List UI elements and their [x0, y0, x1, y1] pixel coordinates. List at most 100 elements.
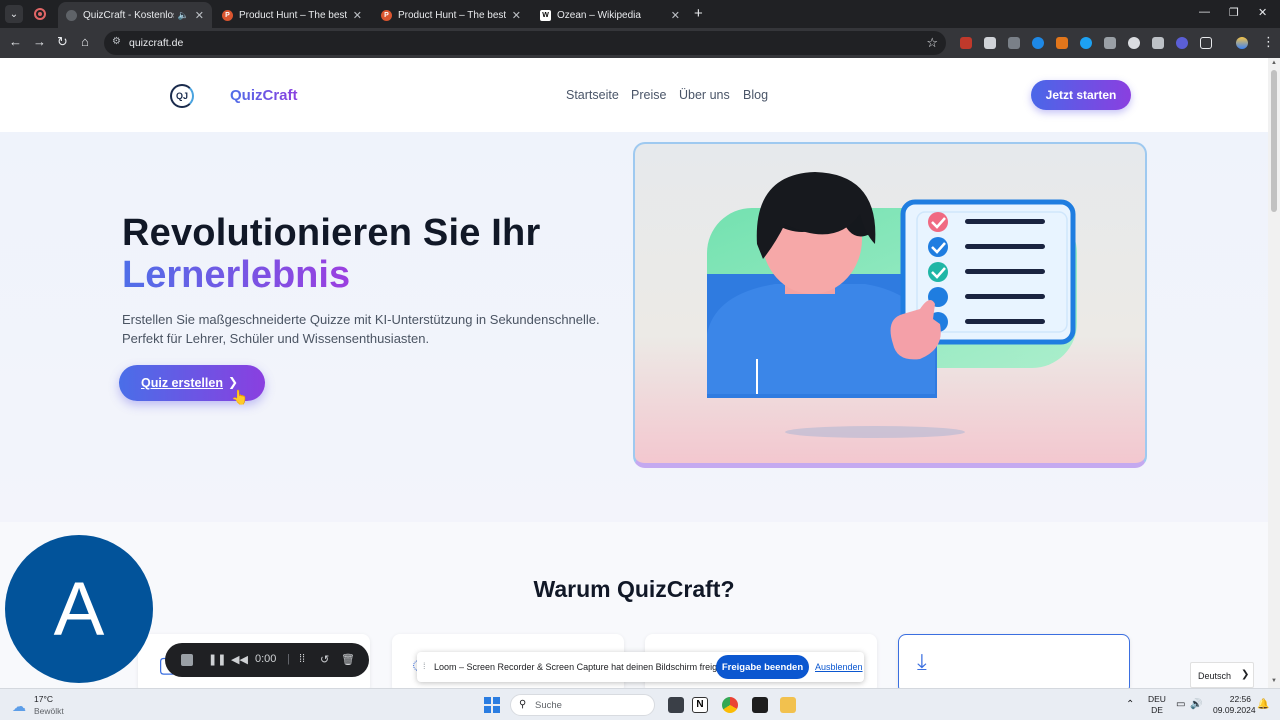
webcam-avatar: A	[5, 535, 153, 683]
chevron-down-icon: ⌄	[9, 8, 19, 20]
tab-search-button[interactable]: ⌄	[5, 5, 23, 23]
tab-quizcraft[interactable]: QuizCraft - Kostenlos Quiz 🔈 ✕	[58, 2, 212, 28]
page-scrollbar[interactable]: ▲ ▼	[1268, 58, 1280, 688]
drag-handle-icon[interactable]: ⁞	[423, 661, 426, 671]
tab-product-hunt-2[interactable]: P Product Hunt – The best new p ✕	[373, 2, 529, 28]
close-tab-icon[interactable]: ✕	[512, 9, 521, 22]
hero-subtitle: Erstellen Sie maßgeschneiderte Quizze mi…	[122, 310, 622, 348]
nav-preise[interactable]: Preise	[631, 88, 666, 102]
extension-icon[interactable]	[1080, 37, 1092, 49]
quizcraft-logo[interactable]: QJ	[170, 84, 194, 108]
scroll-up-icon[interactable]: ▲	[1271, 60, 1277, 66]
minimize-button[interactable]: —	[1199, 6, 1210, 18]
jetzt-starten-button[interactable]: Jetzt starten	[1031, 80, 1131, 110]
profile-avatar[interactable]	[1236, 37, 1248, 49]
hide-link[interactable]: Ausblenden	[815, 662, 863, 672]
avatar-letter: A	[53, 566, 105, 652]
file-explorer-icon[interactable]	[780, 697, 796, 713]
quiz-erstellen-label: Quiz erstellen	[141, 376, 223, 390]
restore-button[interactable]: ❐	[1229, 6, 1239, 19]
input-language-indicator[interactable]: DEU DE	[1148, 694, 1166, 716]
forward-icon[interactable]: →	[33, 34, 46, 49]
reload-icon[interactable]: ↻	[57, 34, 68, 50]
nav-ueber-uns[interactable]: Über uns	[679, 88, 730, 102]
browser-toolbar: ← → ↻ ⌂ ⚙ quizcraft.de ☆ ⋮	[0, 28, 1280, 58]
network-icon[interactable]: ▭	[1176, 699, 1185, 710]
weather-temperature[interactable]: 17°C	[34, 694, 53, 704]
divider: |	[287, 653, 290, 665]
screen-share-notification: ⁞ Loom – Screen Recorder & Screen Captur…	[417, 652, 864, 682]
record-icon	[34, 8, 46, 20]
browser-tab-strip: ⌄ QuizCraft - Kostenlos Quiz 🔈 ✕ P Produ…	[0, 0, 1280, 28]
scrollbar-thumb[interactable]	[1271, 70, 1277, 212]
tray-chevron-icon[interactable]: ⌃	[1126, 699, 1134, 710]
chrome-icon[interactable]	[722, 697, 738, 713]
scroll-down-icon[interactable]: ▼	[1271, 678, 1277, 684]
tab-title: Product Hunt – The best new p	[239, 9, 347, 21]
extension-icon[interactable]	[984, 37, 996, 49]
tab-title: Product Hunt – The best new p	[398, 9, 506, 21]
notification-bell-icon[interactable]: 🔔	[1257, 699, 1269, 710]
drag-grid-icon[interactable]: ⁞⁞	[299, 653, 305, 665]
tab-title: QuizCraft - Kostenlos Quiz	[83, 9, 174, 21]
tab-product-hunt-1[interactable]: P Product Hunt – The best new p ✕	[214, 2, 370, 28]
download-icon: ⤓	[917, 649, 927, 674]
loom-recorder-controls: ❚❚ ◀◀ 0:00 | ⁞⁞ ↺ 🗑	[165, 643, 369, 677]
nav-blog[interactable]: Blog	[743, 88, 768, 102]
extension-shield-icon[interactable]	[1008, 37, 1020, 49]
quiz-person-illustration	[707, 172, 1077, 438]
close-tab-icon[interactable]: ✕	[195, 9, 204, 22]
close-tab-icon[interactable]: ✕	[353, 9, 362, 22]
tab-title: Ozean – Wikipedia	[557, 9, 641, 21]
extension-icon[interactable]	[1104, 37, 1116, 49]
language-popup[interactable]: Deutsch ❯	[1190, 662, 1254, 688]
extension-icon[interactable]	[960, 37, 972, 49]
stop-sharing-button[interactable]: Freigabe beenden	[716, 655, 809, 679]
pause-icon[interactable]: ❚❚	[208, 653, 226, 666]
extensions-puzzle-icon[interactable]	[1200, 37, 1212, 49]
metamask-icon[interactable]	[1056, 37, 1068, 49]
system-clock[interactable]: 22:56 09.09.2024	[1213, 694, 1256, 716]
extension-icon[interactable]	[1152, 37, 1164, 49]
stop-recording-button[interactable]	[181, 654, 193, 666]
wikipedia-icon: W	[540, 9, 551, 21]
taskbar-search[interactable]: ⚲ Suche	[510, 694, 655, 716]
weather-condition[interactable]: Bewölkt	[34, 706, 64, 716]
bookmark-star-icon[interactable]: ☆	[926, 35, 938, 51]
tab-wikipedia[interactable]: W Ozean – Wikipedia ✕	[532, 2, 688, 28]
speaker-icon[interactable]: 🔈	[178, 10, 189, 21]
browser-menu-icon[interactable]: ⋮	[1262, 34, 1275, 50]
webpage: QJ QuizCraft Startseite Preise Über uns …	[0, 58, 1268, 688]
features-heading: Warum QuizCraft?	[533, 576, 735, 602]
brand-name[interactable]: QuizCraft	[230, 87, 298, 104]
cloud-icon[interactable]: ☁	[12, 698, 26, 715]
lang-region: DE	[1151, 705, 1163, 715]
chevron-right-icon: ❯	[228, 375, 239, 389]
feature-card[interactable]: ⤓	[898, 634, 1130, 688]
back-icon[interactable]: ←	[9, 34, 22, 49]
url-text[interactable]: quizcraft.de	[129, 37, 183, 49]
volume-icon[interactable]: 🔊	[1190, 699, 1202, 710]
product-hunt-icon: P	[222, 9, 233, 21]
extension-icon[interactable]	[1176, 37, 1188, 49]
extension-icon[interactable]	[1128, 37, 1140, 49]
nav-startseite[interactable]: Startseite	[566, 88, 619, 102]
home-icon[interactable]: ⌂	[81, 34, 89, 49]
hand-cursor-icon: 👆	[231, 389, 249, 405]
windows-start-icon[interactable]	[484, 697, 500, 713]
close-window-button[interactable]: ✕	[1258, 6, 1267, 19]
new-tab-button[interactable]: +	[694, 5, 703, 23]
rewind-icon[interactable]: ◀◀	[231, 653, 248, 666]
task-view-icon[interactable]	[668, 697, 684, 713]
search-label: Suche	[535, 700, 562, 711]
app-icon[interactable]	[752, 697, 768, 713]
favicon-icon	[66, 9, 77, 21]
trash-icon[interactable]: 🗑	[341, 653, 355, 666]
close-tab-icon[interactable]: ✕	[671, 9, 680, 22]
site-info-icon[interactable]: ⚙	[112, 36, 121, 47]
extension-icon[interactable]	[1032, 37, 1044, 49]
lang-code: DEU	[1148, 694, 1166, 704]
notion-icon[interactable]: N	[692, 697, 708, 713]
restart-icon[interactable]: ↺	[320, 653, 329, 666]
address-bar[interactable]: ⚙ quizcraft.de ☆	[104, 31, 946, 55]
